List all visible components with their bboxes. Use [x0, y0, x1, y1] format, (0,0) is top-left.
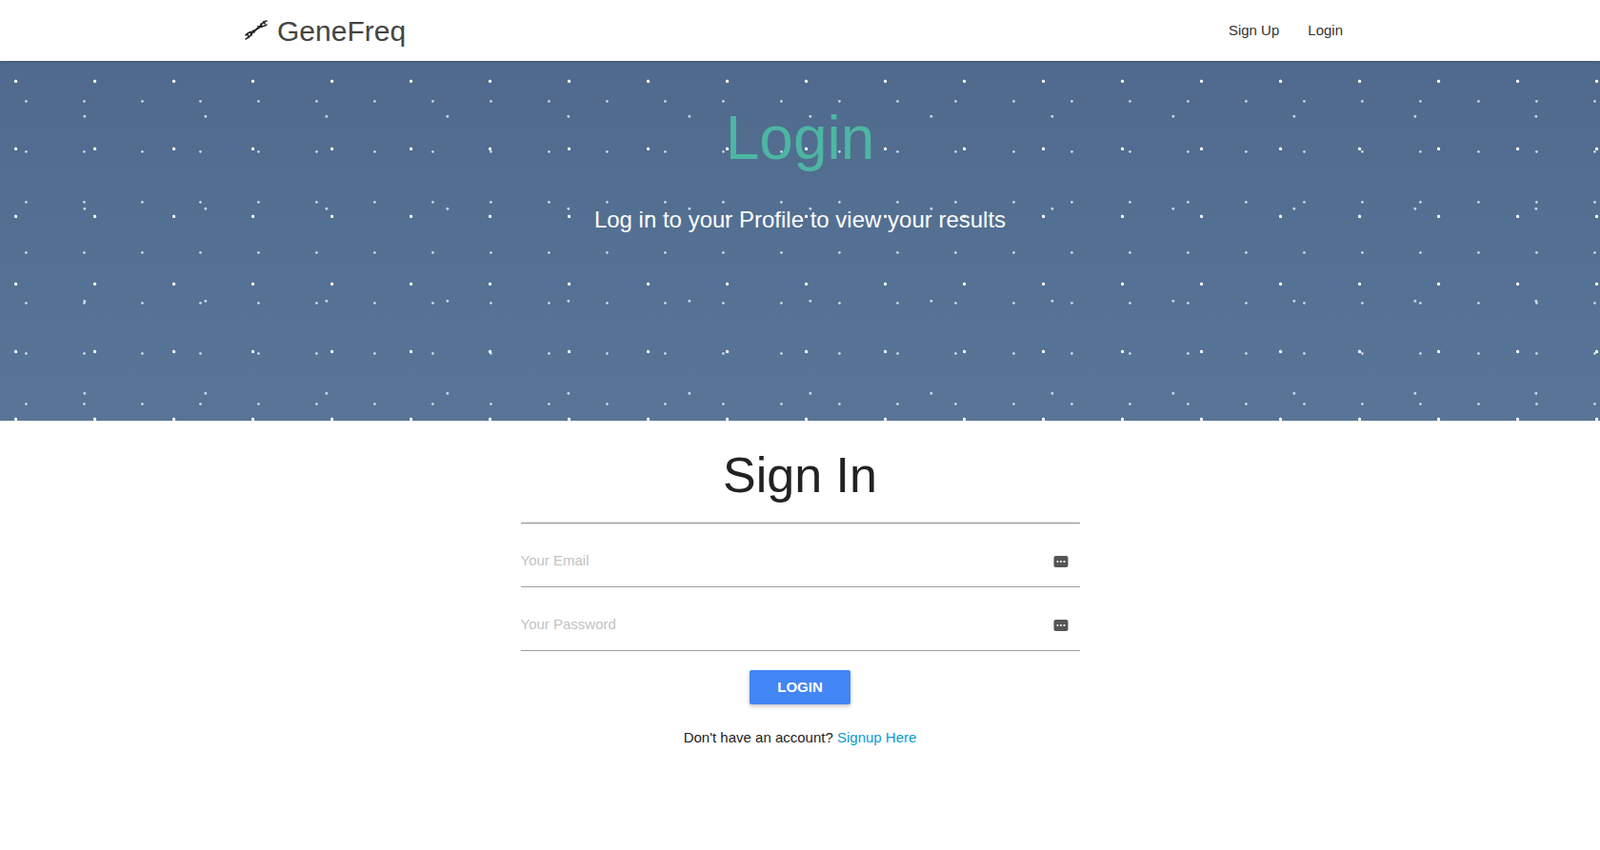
form-heading: Sign In — [520, 445, 1080, 505]
nav-link[interactable]: Sign Up — [1214, 14, 1294, 48]
dna-icon — [242, 17, 270, 44]
brand-name: GeneFreq — [277, 9, 406, 53]
autofill-key-icon — [1053, 555, 1069, 568]
form-field — [520, 599, 1080, 652]
hero-banner: Login Log in to your Profile to view your… — [0, 60, 1600, 421]
hero-subtitle: Log in to your Profile to view your resu… — [0, 204, 1600, 235]
navbar-container: GeneFreq Sign UpLogin — [242, 0, 1358, 61]
brand-link[interactable]: GeneFreq — [242, 9, 406, 53]
nav-links: Sign UpLogin — [1214, 14, 1358, 48]
top-navbar: GeneFreq Sign UpLogin — [0, 0, 1600, 61]
form-field — [520, 535, 1080, 588]
email-input[interactable] — [520, 535, 1080, 588]
divider — [520, 522, 1080, 524]
button-row: LOGIN — [520, 651, 1080, 705]
signup-link[interactable]: Signup Here — [837, 729, 917, 746]
login-button[interactable]: LOGIN — [749, 670, 851, 705]
autofill-key-icon — [1053, 619, 1069, 632]
hero-title: Login — [0, 101, 1600, 176]
nav-link[interactable]: Login — [1293, 14, 1358, 48]
signup-prompt: Don't have an account? Signup Here — [520, 727, 1080, 750]
signup-text: Don't have an account? — [683, 729, 834, 746]
login-form: Sign In LOGIN Don't have an account? Signu… — [520, 445, 1080, 750]
password-input[interactable] — [520, 599, 1080, 652]
